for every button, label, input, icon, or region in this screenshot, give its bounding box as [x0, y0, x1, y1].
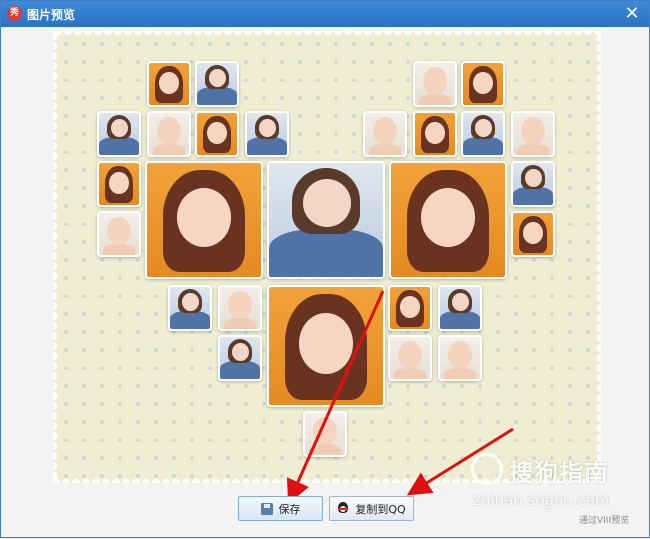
title-bar[interactable]: 秀 图片预览 ✕ — [1, 1, 649, 27]
qq-penguin-icon — [337, 502, 349, 515]
save-button[interactable]: 保存 — [238, 496, 323, 521]
collage-photo — [303, 411, 347, 457]
app-logo-icon: 秀 — [7, 6, 22, 21]
collage-photo — [218, 335, 262, 381]
watermark-url: zhinan.sogou.com — [473, 491, 610, 509]
copy-to-qq-button[interactable]: 复制到QQ — [329, 496, 414, 521]
collage-photo — [267, 285, 385, 407]
collage-photo — [267, 161, 385, 279]
floppy-disk-icon — [260, 502, 273, 515]
collage-photo — [389, 161, 507, 279]
collage-photo — [218, 285, 262, 331]
stamp-edge — [53, 31, 61, 483]
stamp-edge — [53, 475, 601, 483]
stamp-edge — [593, 31, 601, 483]
window-title: 图片预览 — [27, 8, 76, 22]
collage-photo — [461, 61, 505, 107]
collage-photo — [413, 61, 457, 107]
collage-photo — [145, 161, 263, 279]
collage-photo — [461, 111, 505, 157]
collage-photo — [438, 335, 482, 381]
collage-photo — [363, 111, 407, 157]
collage-photo — [413, 111, 457, 157]
save-button-label: 保存 — [278, 502, 301, 516]
collage-photo — [147, 111, 191, 157]
collage-photo — [438, 285, 482, 331]
collage-photo — [511, 211, 555, 257]
collage-photo — [97, 211, 141, 257]
collage-canvas — [53, 31, 601, 483]
collage-photo — [245, 111, 289, 157]
copy-to-qq-button-label: 复制到QQ — [355, 502, 406, 516]
stamp-edge — [53, 31, 601, 39]
collage-photo — [388, 335, 432, 381]
collage-photo — [97, 161, 141, 207]
watermark-subtext: 通过VIII预览 — [579, 516, 630, 526]
collage-photo — [511, 111, 555, 157]
collage-photo — [195, 111, 239, 157]
collage-photo — [147, 61, 191, 107]
collage-photo — [195, 61, 239, 107]
collage-photo — [97, 111, 141, 157]
preview-window: 秀 图片预览 ✕ 搜狗指南 zhinan.sogou.com 通过VIII预览 … — [0, 0, 650, 538]
collage-photo — [388, 285, 432, 331]
collage-photo — [511, 161, 555, 207]
collage-photo — [168, 285, 212, 331]
close-icon[interactable]: ✕ — [621, 3, 643, 25]
